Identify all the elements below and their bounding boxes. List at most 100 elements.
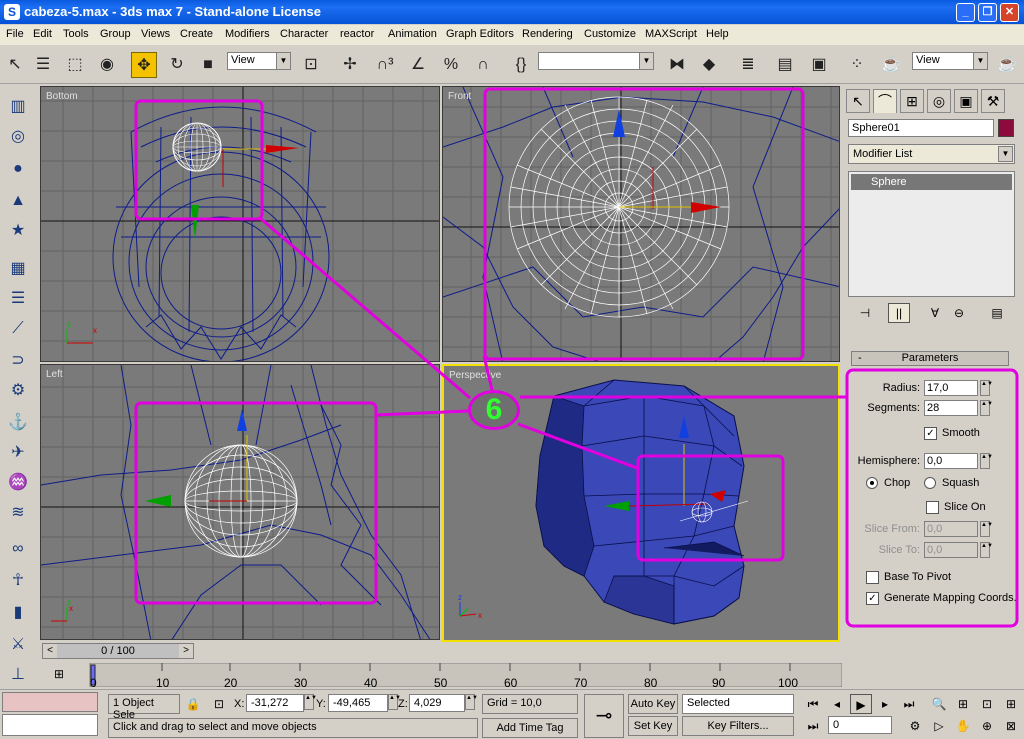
key-mode-toggle-icon[interactable]: ⏭ bbox=[802, 716, 824, 736]
key-icon[interactable]: ⊸ bbox=[584, 694, 624, 738]
checker-icon[interactable]: ▦ bbox=[5, 257, 31, 281]
key-mode-select[interactable]: Selected bbox=[682, 694, 794, 714]
go-to-start-icon[interactable]: ⏮ bbox=[802, 694, 824, 714]
star-icon[interactable]: ★ bbox=[5, 219, 31, 243]
spinner-snap-icon[interactable]: ∩ bbox=[470, 52, 496, 78]
biped-icon[interactable]: ☥ bbox=[5, 569, 31, 593]
viewport-label[interactable]: Perspective bbox=[449, 370, 501, 381]
pivot-icon[interactable]: ⊡ bbox=[298, 52, 324, 78]
menu-edit[interactable]: Edit bbox=[33, 28, 52, 40]
previous-frame-icon[interactable]: ◂ bbox=[826, 694, 848, 714]
select-by-name-icon[interactable]: ☰ bbox=[30, 52, 56, 78]
sphere-icon[interactable]: ● bbox=[5, 157, 31, 181]
viewport-bottom[interactable]: Bottom z x bbox=[40, 86, 440, 362]
viewport-front[interactable]: Front bbox=[442, 86, 840, 362]
go-to-end-icon[interactable]: ⏭ bbox=[898, 694, 920, 714]
quick-render-icon[interactable]: ☕ bbox=[994, 52, 1020, 78]
x-coord-field[interactable]: -31,272 bbox=[246, 694, 304, 712]
chevron-right-icon[interactable]: > bbox=[179, 644, 193, 658]
zoom-icon[interactable]: 🔍 bbox=[928, 694, 950, 714]
y-spinner[interactable]: ▲▼ bbox=[388, 694, 401, 710]
hook-icon[interactable]: ⚓ bbox=[5, 411, 31, 435]
play-icon[interactable]: ▶ bbox=[850, 694, 872, 714]
menu-animation[interactable]: Animation bbox=[388, 28, 437, 40]
bone-icon[interactable]: ⟋ bbox=[5, 317, 31, 341]
render-scene-icon[interactable]: ☕ bbox=[878, 52, 904, 78]
mirror-icon[interactable]: ⧓ bbox=[664, 52, 690, 78]
menu-help[interactable]: Help bbox=[706, 28, 729, 40]
next-frame-icon[interactable]: ▸ bbox=[874, 694, 896, 714]
cylinder-icon[interactable]: ◎ bbox=[5, 125, 31, 149]
box-icon[interactable]: ▥ bbox=[5, 95, 31, 119]
select-rotate-icon[interactable]: ↻ bbox=[164, 52, 190, 78]
maxscript-listener-top[interactable] bbox=[2, 692, 98, 712]
menu-customize[interactable]: Customize bbox=[584, 28, 636, 40]
absolute-mode-icon[interactable]: ⊡ bbox=[208, 694, 230, 714]
rect-select-icon[interactable]: ⬚ bbox=[62, 52, 88, 78]
field-of-view-icon[interactable]: ▷ bbox=[928, 716, 950, 736]
time-config-icon[interactable]: ⚙ bbox=[904, 716, 926, 736]
angle-snap-icon[interactable]: ∠ bbox=[405, 52, 431, 78]
zoom-extents-icon[interactable]: ⊡ bbox=[976, 694, 998, 714]
add-time-tag-button[interactable]: Add Time Tag bbox=[482, 718, 578, 738]
pipe-icon[interactable]: ⊥ bbox=[5, 663, 31, 687]
menu-rendering[interactable]: Rendering bbox=[522, 28, 573, 40]
menu-create[interactable]: Create bbox=[180, 28, 213, 40]
menu-tools[interactable]: Tools bbox=[63, 28, 89, 40]
chevron-left-icon[interactable]: < bbox=[43, 644, 57, 658]
y-coord-field[interactable]: -49,465 bbox=[328, 694, 388, 712]
auto-key-button[interactable]: Auto Key bbox=[628, 694, 678, 714]
curve-editor-icon[interactable]: ▤ bbox=[772, 52, 798, 78]
zoom-extents-all-icon[interactable]: ⊞ bbox=[1000, 694, 1022, 714]
z-spinner[interactable]: ▲▼ bbox=[465, 694, 478, 710]
snap-3d-icon[interactable]: ∩³ bbox=[372, 52, 398, 78]
wave-icon[interactable]: ≋ bbox=[5, 501, 31, 525]
lock-icon[interactable]: 🔒 bbox=[182, 694, 204, 714]
maximize-viewport-icon[interactable]: ⊠ bbox=[1000, 716, 1022, 736]
menu-character[interactable]: Character bbox=[280, 28, 328, 40]
maxscript-listener-bottom[interactable] bbox=[2, 714, 98, 736]
select-scale-icon[interactable]: ■ bbox=[195, 52, 221, 78]
zoom-all-icon[interactable]: ⊞ bbox=[952, 694, 974, 714]
menu-graph-editors[interactable]: Graph Editors bbox=[446, 28, 514, 40]
maximize-button[interactable]: ❐ bbox=[978, 3, 997, 22]
select-manipulate-icon[interactable]: ✢ bbox=[337, 52, 363, 78]
viewport-label[interactable]: Left bbox=[46, 369, 63, 380]
align-icon[interactable]: ◆ bbox=[696, 52, 722, 78]
window-crossing-icon[interactable]: ◉ bbox=[94, 52, 120, 78]
menu-views[interactable]: Views bbox=[141, 28, 170, 40]
menu-group[interactable]: Group bbox=[100, 28, 131, 40]
key-filters-button[interactable]: Key Filters... bbox=[682, 716, 794, 736]
stack-icon[interactable]: ☰ bbox=[5, 287, 31, 311]
hair-icon[interactable]: ♒ bbox=[5, 471, 31, 495]
gear-icon[interactable]: ⚙ bbox=[5, 379, 31, 403]
blade-icon[interactable]: ⚔ bbox=[5, 633, 31, 657]
viewport-label[interactable]: Front bbox=[448, 91, 471, 102]
cone-icon[interactable]: ▲ bbox=[5, 189, 31, 213]
schematic-icon[interactable]: ▣ bbox=[806, 52, 832, 78]
render-view-select[interactable]: View ▼ bbox=[912, 52, 988, 70]
current-frame-field[interactable]: 0 bbox=[828, 716, 892, 734]
edit-named-selection-icon[interactable]: {} bbox=[508, 52, 534, 78]
minimize-button[interactable]: _ bbox=[956, 3, 975, 22]
select-pointer-icon[interactable]: ↖ bbox=[2, 52, 28, 78]
bottle-icon[interactable]: ▮ bbox=[5, 601, 31, 625]
z-coord-field[interactable]: 4,029 bbox=[409, 694, 465, 712]
time-slider[interactable]: < 0 / 100 > bbox=[42, 643, 194, 659]
material-editor-icon[interactable]: ⁘ bbox=[844, 52, 870, 78]
set-key-button[interactable]: Set Key bbox=[628, 716, 678, 736]
reference-coord-select[interactable]: View ▼ bbox=[227, 52, 291, 70]
pan-icon[interactable]: ✋ bbox=[952, 716, 974, 736]
named-selection-select[interactable]: ▼ bbox=[538, 52, 654, 70]
arc-rotate-icon[interactable]: ⊕ bbox=[976, 716, 998, 736]
layers-icon[interactable]: ≣ bbox=[735, 52, 761, 78]
link-icon[interactable]: ∞ bbox=[5, 537, 31, 561]
mini-curve-editor-icon[interactable]: ⊞ bbox=[48, 664, 70, 684]
percent-snap-icon[interactable]: % bbox=[438, 52, 464, 78]
select-move-icon[interactable]: ✥ bbox=[131, 52, 157, 78]
magnet-icon[interactable]: ⊃ bbox=[5, 349, 31, 373]
menu-modifiers[interactable]: Modifiers bbox=[225, 28, 270, 40]
menu-file[interactable]: File bbox=[6, 28, 24, 40]
close-button[interactable]: ✕ bbox=[1000, 3, 1019, 22]
x-spinner[interactable]: ▲▼ bbox=[304, 694, 317, 710]
